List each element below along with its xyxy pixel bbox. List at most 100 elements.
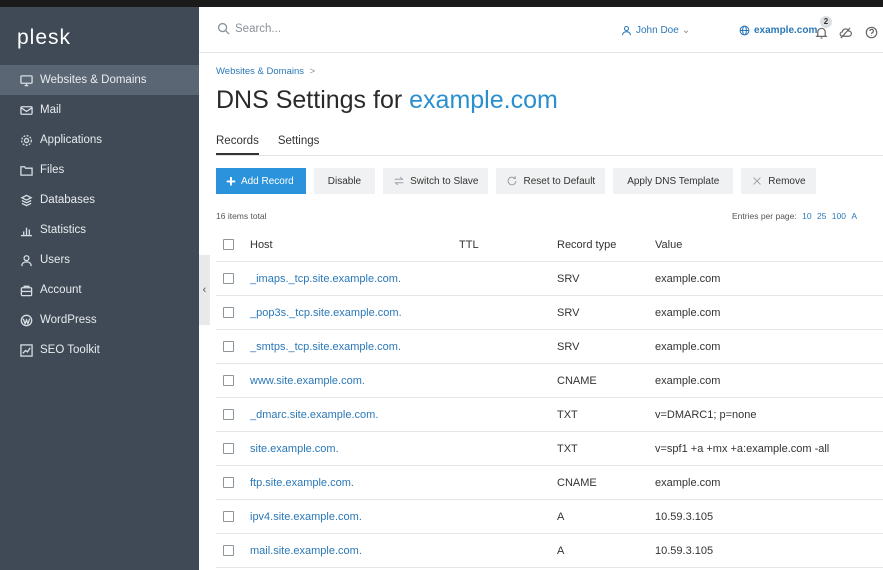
column-header-ttl[interactable]: TTL (459, 239, 557, 251)
reset-to-default-label: Reset to Default (523, 175, 596, 187)
record-host-link[interactable]: site.example.com. (250, 443, 459, 455)
breadcrumb-link-websites-domains[interactable]: Websites & Domains (216, 66, 304, 77)
search-icon (217, 22, 230, 35)
search-box[interactable]: Search... (217, 22, 281, 35)
sidebar-item-databases[interactable]: Databases (0, 185, 199, 215)
plesk-logo[interactable]: plesk (17, 26, 71, 50)
breadcrumb: Websites & Domains > (216, 66, 315, 77)
record-value: example.com (655, 306, 721, 319)
record-value: v=DMARC1; p=none (655, 408, 757, 421)
column-header-host[interactable]: Host (250, 239, 459, 251)
record-host-link[interactable]: _imaps._tcp.site.example.com. (250, 273, 459, 285)
records-toolbar: + Add Record Disable Switch to Slave Res… (216, 168, 824, 194)
switch-to-slave-label: Switch to Slave (410, 175, 479, 187)
sidebar-item-files[interactable]: Files (0, 155, 199, 185)
row-checkbox[interactable] (223, 341, 234, 352)
sidebar-item-websites-domains[interactable]: Websites & Domains (0, 65, 199, 95)
table-row: _pop3s._tcp.site.example.com. SRV exampl… (216, 296, 883, 330)
entries-option-all[interactable]: A (851, 211, 857, 221)
dns-records-table: Host TTL Record type Value _imaps._tcp.s… (216, 228, 883, 568)
record-host-link[interactable]: _smtps._tcp.site.example.com. (250, 341, 459, 353)
plus-icon: + (226, 171, 236, 191)
add-record-label: Add Record (240, 175, 294, 187)
sidebar-item-applications[interactable]: Applications (0, 125, 199, 155)
row-checkbox[interactable] (223, 273, 234, 284)
record-value: 10.59.3.105 (655, 544, 714, 557)
remove-button[interactable]: Remove (741, 168, 816, 194)
entries-option-100[interactable]: 100 (832, 211, 846, 221)
page-title-domain: example.com (409, 86, 558, 114)
sidebar-nav: Websites & Domains Mail Applications Fil… (0, 65, 199, 365)
sidebar-item-label: SEO Toolkit (40, 344, 100, 356)
cloud-icon[interactable] (839, 26, 852, 39)
sidebar-item-wordpress[interactable]: WordPress (0, 305, 199, 335)
notifications-button[interactable]: 2 (813, 16, 832, 41)
row-checkbox[interactable] (223, 375, 234, 386)
record-value: v=spf1 +a +mx +a:example.com -all (655, 442, 830, 455)
search-input[interactable]: Search... (235, 23, 281, 35)
record-type: SRV (557, 340, 580, 353)
entries-option-25[interactable]: 25 (817, 211, 826, 221)
breadcrumb-separator: > (309, 66, 316, 77)
record-type: SRV (557, 306, 580, 319)
tab-settings[interactable]: Settings (278, 135, 320, 155)
sidebar-item-seo-toolkit[interactable]: SEO Toolkit (0, 335, 199, 365)
user-menu[interactable]: John Doe ⌄ (621, 25, 690, 36)
user-name: John Doe (636, 25, 679, 36)
domain-selector[interactable]: example.com (739, 25, 817, 36)
record-host-link[interactable]: ipv4.site.example.com. (250, 511, 459, 523)
disable-label: Disable (327, 175, 362, 187)
sidebar-item-label: Applications (40, 134, 103, 146)
apply-dns-template-label: Apply DNS Template (627, 175, 720, 187)
entries-option-10[interactable]: 10 (802, 211, 811, 221)
record-host-link[interactable]: mail.site.example.com. (250, 545, 459, 557)
record-value: example.com (655, 476, 721, 489)
row-checkbox[interactable] (223, 307, 234, 318)
sidebar-item-mail[interactable]: Mail (0, 95, 199, 125)
gear-icon (19, 133, 33, 147)
record-host-link[interactable]: _pop3s._tcp.site.example.com. (250, 307, 459, 319)
folder-icon (19, 163, 33, 177)
sidebar-collapse-toggle[interactable]: ‹ (199, 255, 210, 325)
record-type: CNAME (557, 476, 597, 489)
monitor-icon (19, 73, 33, 87)
row-checkbox[interactable] (223, 511, 234, 522)
sidebar: plesk Websites & Domains Mail Applicatio… (0, 7, 199, 570)
page-title: DNS Settings for example.com (216, 86, 558, 115)
remove-label: Remove (768, 175, 806, 187)
column-header-value[interactable]: Value (655, 239, 682, 251)
table-row: site.example.com. TXT v=spf1 +a +mx +a:e… (216, 432, 883, 466)
table-header-row: Host TTL Record type Value (216, 228, 883, 262)
table-row: mail.site.example.com. A 10.59.3.105 (216, 534, 883, 568)
record-type: SRV (557, 272, 580, 285)
entries-per-page-label: Entries per page: (732, 211, 797, 221)
add-record-button[interactable]: + Add Record (216, 168, 306, 194)
column-header-record-type[interactable]: Record type (557, 239, 655, 251)
row-checkbox[interactable] (223, 545, 234, 556)
tab-records[interactable]: Records (216, 135, 259, 155)
sidebar-item-statistics[interactable]: Statistics (0, 215, 199, 245)
user-icon (622, 25, 631, 36)
record-host-link[interactable]: _dmarc.site.example.com. (250, 409, 459, 421)
disable-button[interactable]: Disable (313, 168, 376, 194)
record-type: A (557, 510, 565, 523)
apply-dns-template-button[interactable]: Apply DNS Template (613, 168, 734, 194)
row-checkbox[interactable] (223, 443, 234, 454)
record-value: 10.59.3.105 (655, 510, 714, 523)
record-host-link[interactable]: ftp.site.example.com. (250, 477, 459, 489)
table-row: www.site.example.com. CNAME example.com (216, 364, 883, 398)
row-checkbox[interactable] (223, 409, 234, 420)
sidebar-item-label: WordPress (40, 314, 97, 326)
sidebar-item-label: Users (40, 254, 71, 266)
reset-to-default-button[interactable]: Reset to Default (496, 168, 606, 194)
top-header: Search... John Doe ⌄ example.com 2 (199, 7, 883, 53)
row-checkbox[interactable] (223, 477, 234, 488)
select-all-checkbox[interactable] (223, 239, 234, 250)
sidebar-item-label: Statistics (40, 224, 87, 236)
sidebar-item-account[interactable]: Account (0, 275, 199, 305)
help-icon[interactable] (865, 26, 878, 39)
sidebar-item-users[interactable]: Users (0, 245, 199, 275)
record-host-link[interactable]: www.site.example.com. (250, 375, 459, 387)
notification-count-badge: 2 (820, 16, 832, 28)
switch-to-slave-button[interactable]: Switch to Slave (383, 168, 489, 194)
